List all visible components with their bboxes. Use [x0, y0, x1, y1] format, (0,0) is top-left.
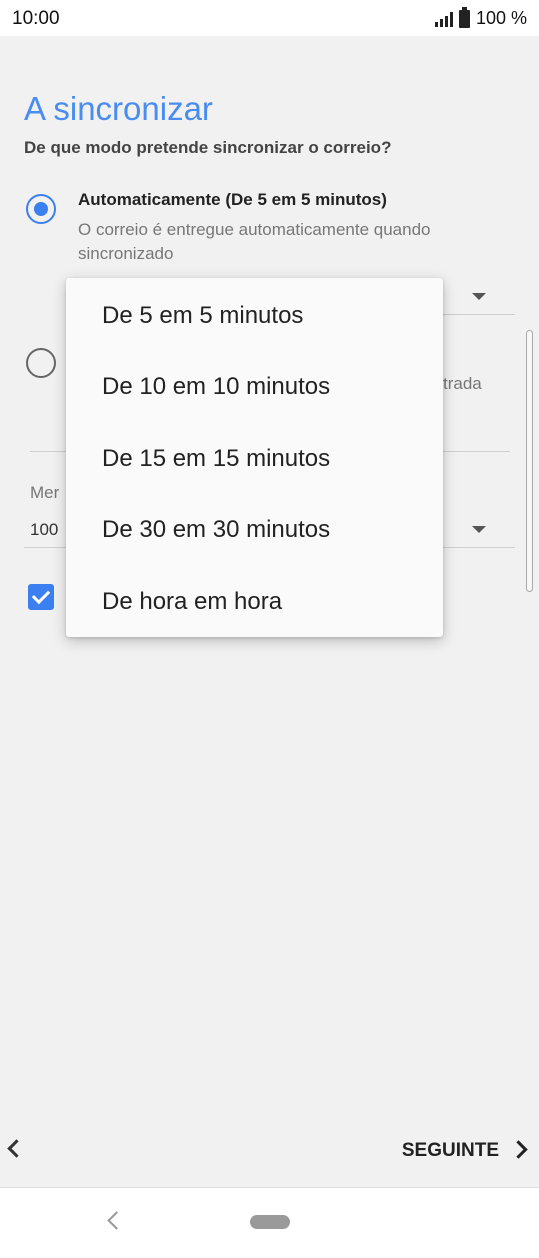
dropdown-caret-icon[interactable]: [472, 293, 486, 300]
option-auto-description: O correio é entregue automaticamente qua…: [78, 220, 431, 263]
field-value-fragment: 100: [30, 520, 59, 539]
scrollbar[interactable]: [526, 330, 533, 592]
radio-unchecked-icon[interactable]: [26, 348, 56, 378]
dropdown-option-hourly[interactable]: De hora em hora: [66, 566, 443, 638]
status-indicators: 100 %: [434, 6, 527, 29]
dropdown-option-15min[interactable]: De 15 em 15 minutos: [66, 423, 443, 495]
system-home-icon[interactable]: [250, 1215, 290, 1229]
frequency-dropdown-menu: De 5 em 5 minutos De 10 em 10 minutos De…: [66, 278, 443, 637]
battery-percent: 100 %: [475, 8, 527, 28]
status-bar: 10:00 100 %: [0, 0, 539, 36]
option-auto-label[interactable]: Automaticamente (De 5 em 5 minutos): [78, 190, 387, 210]
frequency-field-underline: [440, 314, 515, 315]
next-button[interactable]: SEGUINTE: [402, 1140, 499, 1162]
dropdown-caret-icon[interactable]: [472, 526, 486, 533]
option-second-text-fragment: trada: [443, 374, 482, 393]
dropdown-option-10min[interactable]: De 10 em 10 minutos: [66, 351, 443, 423]
checkbox-checked-icon[interactable]: [28, 584, 54, 610]
chevron-left-icon[interactable]: [7, 1139, 26, 1158]
page-title: A sincronizar: [24, 90, 213, 127]
dropdown-option-30min[interactable]: De 30 em 30 minutos: [66, 494, 443, 566]
status-time: 10:00: [12, 8, 60, 29]
radio-checked-icon[interactable]: [26, 194, 56, 224]
signal-icon: [434, 11, 453, 27]
page-subtitle: De que modo pretende sincronizar o corre…: [24, 138, 392, 157]
field-label-fragment: Mer: [30, 483, 60, 502]
chevron-right-icon[interactable]: [509, 1140, 528, 1159]
dropdown-option-5min[interactable]: De 5 em 5 minutos: [66, 280, 443, 352]
battery-icon: [458, 6, 470, 28]
